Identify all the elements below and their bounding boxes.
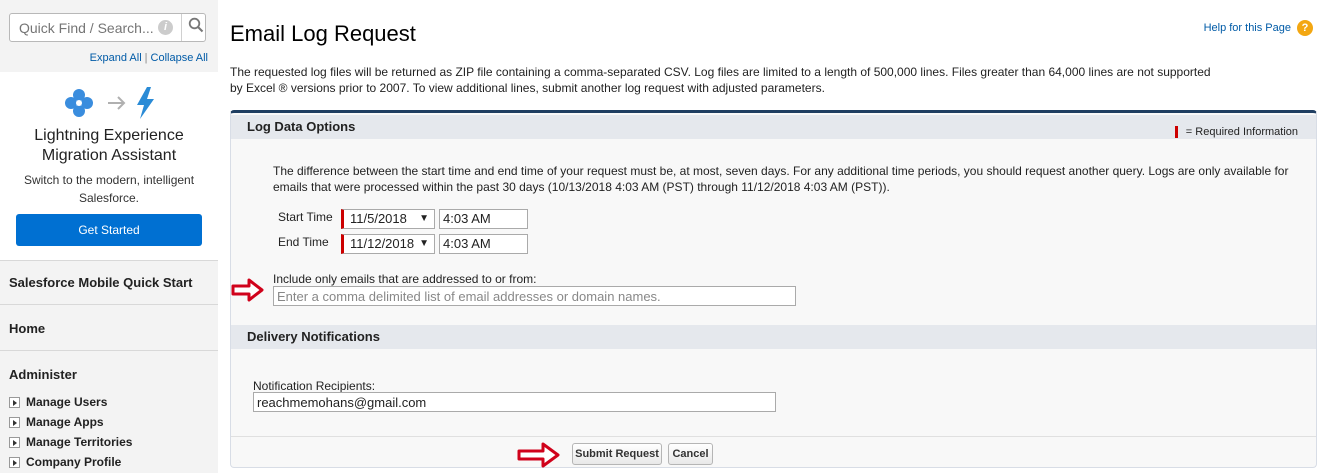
expand-triangle-icon[interactable] — [9, 456, 20, 468]
flower-icon — [65, 89, 93, 117]
get-started-button[interactable]: Get Started — [16, 214, 202, 246]
lex-icons — [63, 86, 163, 120]
expand-triangle-icon[interactable] — [9, 436, 20, 448]
log-data-options-header: Log Data Options = Required Information — [231, 115, 1316, 139]
sidebar-item-label: Manage Users — [26, 395, 108, 409]
sidebar-item-manage-territories[interactable]: Manage Territories — [9, 435, 132, 449]
quick-find-box[interactable]: i — [9, 13, 206, 42]
start-time-label: Start Time — [278, 210, 333, 224]
submit-request-button[interactable]: Submit Request — [572, 443, 662, 465]
intro-text: The requested log files will be returned… — [230, 65, 1211, 95]
sidebar-item-manage-users[interactable]: Manage Users — [9, 395, 107, 409]
start-date-select[interactable]: 11/5/2018 ▼ — [341, 209, 435, 229]
cancel-button[interactable]: Cancel — [668, 443, 713, 465]
end-date-select[interactable]: 11/12/2018 ▼ — [341, 234, 435, 254]
start-time-input[interactable]: 4:03 AM — [439, 209, 528, 229]
sidebar-divider — [0, 304, 218, 305]
chevron-down-icon: ▼ — [419, 213, 429, 224]
arrow-right-icon — [108, 96, 126, 110]
sidebar-item-label: Manage Territories — [26, 435, 133, 449]
sidebar-item-manage-apps[interactable]: Manage Apps — [9, 415, 104, 429]
lex-subtitle: Switch to the modern, intelligent Salesf… — [23, 173, 195, 205]
sidebar-item-label: Manage Apps — [26, 415, 104, 429]
red-arrow-icon — [231, 278, 264, 302]
lightning-bolt-icon — [137, 87, 154, 119]
mobile-quick-start-link[interactable]: Salesforce Mobile Quick Start — [0, 275, 218, 290]
email-filter-label: Include only emails that are addressed t… — [273, 272, 537, 286]
lex-title: Lightning Experience Migration Assistant — [34, 127, 184, 164]
link-separator: | — [144, 52, 148, 64]
info-icon[interactable]: i — [158, 20, 173, 35]
delivery-notifications-header: Delivery Notifications — [231, 325, 1316, 349]
red-arrow-icon — [517, 442, 560, 468]
button-bar-divider — [231, 436, 1316, 437]
sidebar-divider — [0, 350, 218, 351]
help-link-label[interactable]: Help for this Page — [1204, 22, 1291, 34]
search-icon[interactable] — [188, 17, 204, 38]
sidebar: i Expand All|Collapse All Lightning Expe… — [0, 0, 218, 473]
time-range-note: The difference between the start time an… — [273, 164, 1289, 194]
required-marker-icon — [1174, 126, 1178, 138]
notification-recipients-input[interactable] — [253, 392, 776, 412]
expand-collapse-links: Expand All | Collapse All — [0, 52, 208, 64]
help-icon[interactable]: ? — [1297, 20, 1313, 36]
search-divider — [181, 14, 182, 41]
chevron-down-icon: ▼ — [419, 238, 429, 249]
expand-triangle-icon[interactable] — [9, 416, 20, 428]
end-time-input[interactable]: 4:03 AM — [439, 234, 528, 254]
expand-all-link[interactable]: Expand All — [90, 52, 142, 64]
sidebar-item-label: Company Profile — [26, 455, 122, 469]
administer-heading: Administer — [9, 367, 77, 382]
required-legend-label: = Required Information — [1185, 126, 1298, 138]
end-time-label: End Time — [278, 235, 329, 249]
required-legend: = Required Information — [1174, 120, 1298, 144]
collapse-all-link[interactable]: Collapse All — [151, 52, 208, 64]
delivery-notifications-heading: Delivery Notifications — [247, 329, 380, 344]
sidebar-item-company-profile[interactable]: Company Profile — [9, 455, 121, 469]
home-link[interactable]: Home — [0, 321, 218, 336]
expand-triangle-icon[interactable] — [9, 396, 20, 408]
main-content: Email Log Request Help for this Page ? T… — [230, 0, 1318, 473]
help-link[interactable]: Help for this Page ? — [1204, 20, 1313, 36]
notification-recipients-label: Notification Recipients: — [253, 379, 376, 393]
page-title: Email Log Request — [230, 21, 416, 46]
quick-find-input[interactable] — [10, 19, 155, 36]
email-log-form-panel: Log Data Options = Required Information … — [230, 110, 1317, 468]
lightning-migration-card: Lightning Experience Migration Assistant… — [0, 72, 218, 260]
sidebar-divider — [0, 260, 218, 261]
log-data-options-heading: Log Data Options — [247, 119, 356, 134]
email-filter-input[interactable] — [273, 286, 796, 306]
